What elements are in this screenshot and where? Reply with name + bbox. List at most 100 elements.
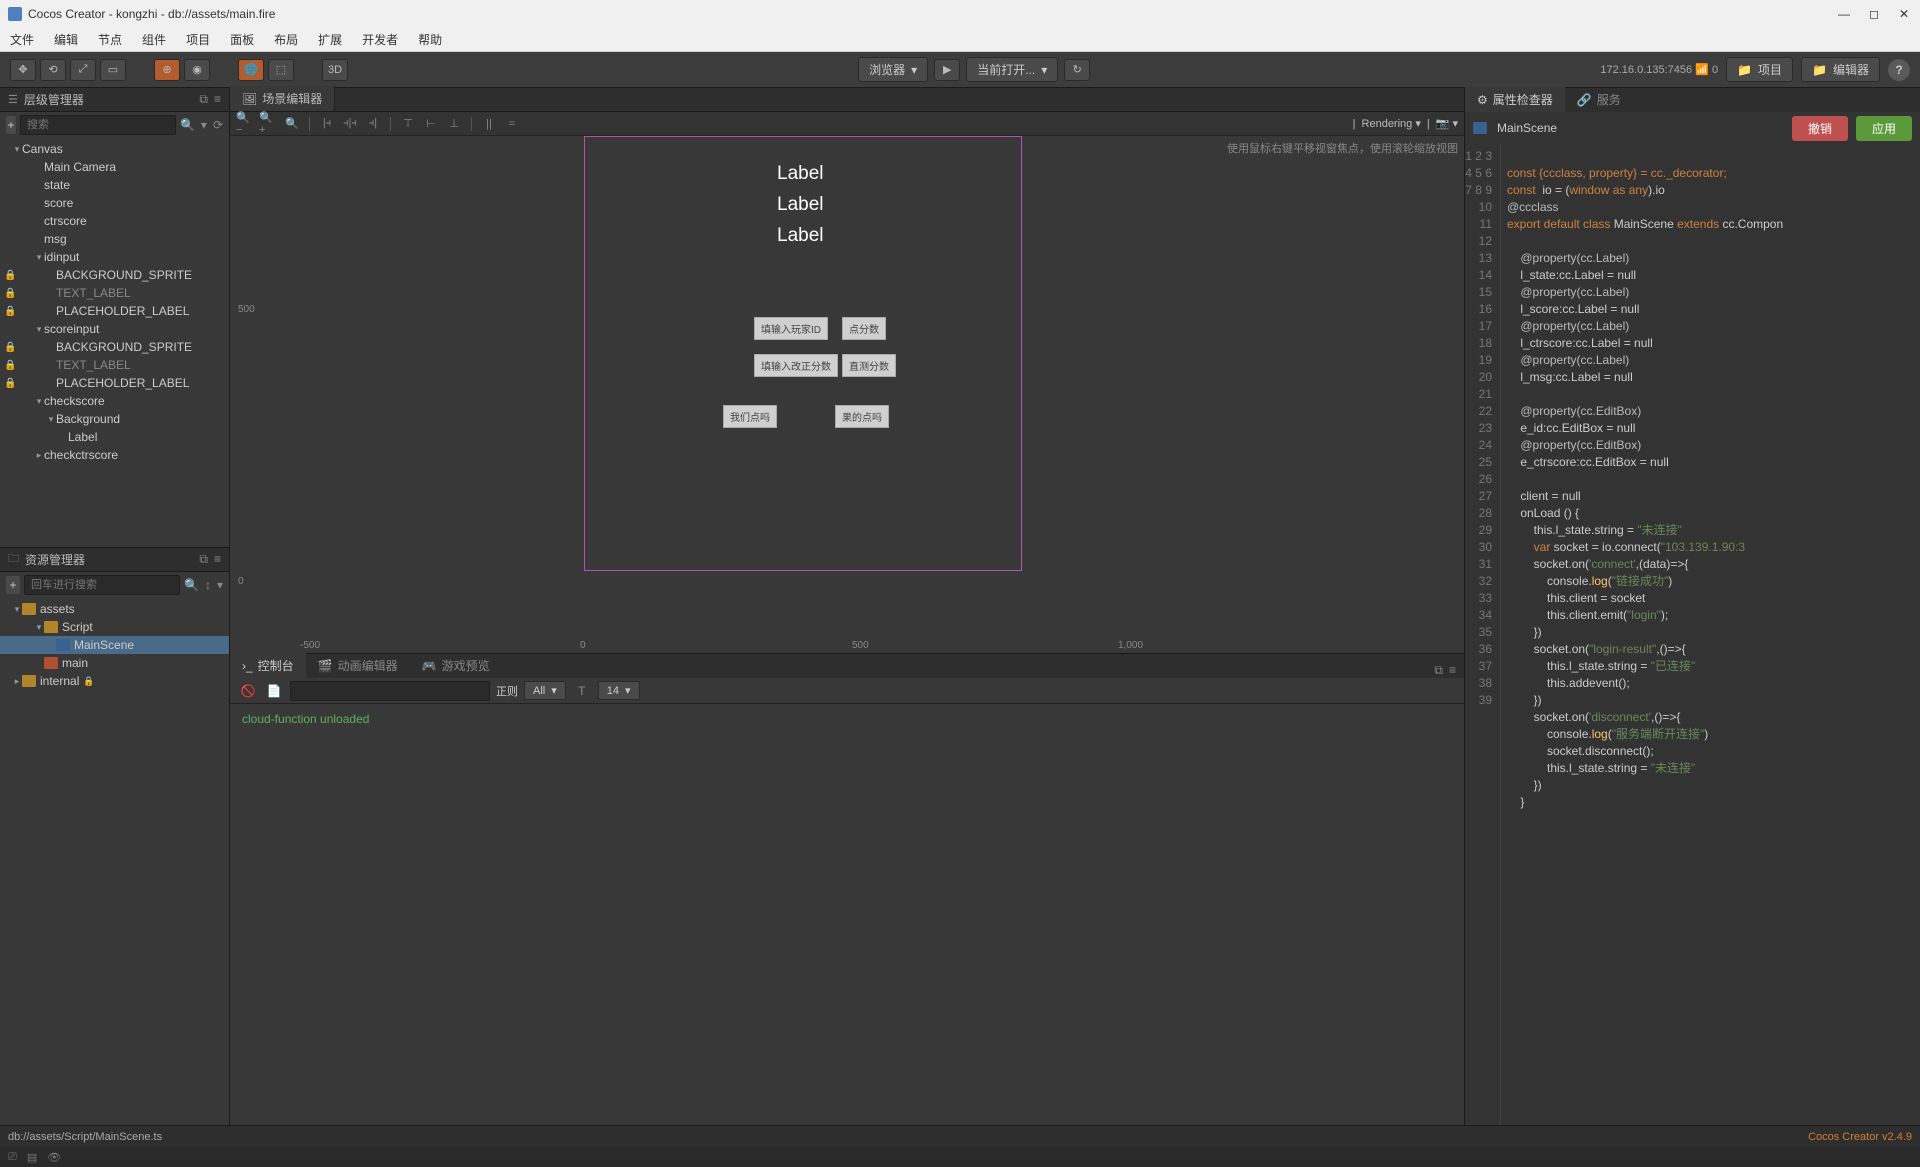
align-top-icon[interactable]: ⊤ (398, 115, 418, 133)
local-button[interactable]: ⬚ (268, 59, 294, 81)
rotate-tool-button[interactable]: ⟲ (40, 59, 66, 81)
filter-icon[interactable]: ▾ (217, 578, 223, 592)
code-body[interactable]: const {ccclass, property} = cc._decorato… (1501, 144, 1920, 1125)
collapse-icon[interactable]: ⟳ (213, 118, 223, 132)
scene-view[interactable]: 使用鼠标右键平移视窗焦点，使用滚轮缩放视图 Label Label Label … (230, 136, 1464, 653)
scene-label[interactable]: Label (777, 163, 824, 185)
menu-layout[interactable]: 布局 (270, 29, 302, 50)
scene-label[interactable]: Label (777, 194, 824, 216)
refresh-button[interactable]: ↻ (1064, 59, 1090, 81)
panel-menu-icon[interactable]: ≡ (1449, 663, 1456, 678)
panel-menu-icon[interactable]: ≡ (214, 92, 221, 107)
tree-item[interactable]: ▸internal🔒 (0, 672, 229, 690)
move-tool-button[interactable]: ✥ (10, 59, 36, 81)
minimize-button[interactable]: — (1836, 6, 1852, 22)
panel-pop-icon[interactable]: ⧉ (199, 92, 208, 107)
align-left-icon[interactable]: |⫞ (317, 115, 337, 133)
stack-icon[interactable]: ▤ (27, 1151, 37, 1164)
align-right-icon[interactable]: ⫞| (363, 115, 383, 133)
tree-item[interactable]: ▾assets (0, 600, 229, 618)
world-button[interactable]: 🌐 (238, 59, 264, 81)
zoom-in-icon[interactable]: 🔍+ (259, 115, 279, 133)
scene-widget[interactable]: 直测分数 (842, 354, 896, 377)
menu-node[interactable]: 节点 (94, 29, 126, 50)
animation-tab[interactable]: 🎬动画编辑器 (306, 653, 410, 678)
panel-pop-icon[interactable]: ⧉ (1434, 663, 1443, 678)
3d-button[interactable]: 3D (322, 59, 348, 81)
tree-item[interactable]: 🔒PLACEHOLDER_LABEL (0, 374, 229, 392)
play-button[interactable]: ▶ (934, 59, 960, 81)
align-bottom-icon[interactable]: ⊥ (444, 115, 464, 133)
apply-button[interactable]: 应用 (1856, 116, 1912, 141)
scene-widget[interactable]: 果的点吗 (835, 405, 889, 428)
font-size-select[interactable]: 14▾ (598, 681, 640, 700)
tree-item[interactable]: 🔒PLACEHOLDER_LABEL (0, 302, 229, 320)
tree-item[interactable]: Main Camera (0, 158, 229, 176)
scene-widget[interactable]: 我们点吗 (723, 405, 777, 428)
hierarchy-search-input[interactable] (20, 115, 176, 135)
clear-console-button[interactable]: 🚫 (238, 682, 258, 700)
menu-developer[interactable]: 开发者 (358, 29, 402, 50)
properties-tab[interactable]: ⚙属性检查器 (1465, 87, 1565, 112)
preview-tab[interactable]: 🎮游戏预览 (410, 653, 502, 678)
project-button[interactable]: 📁 项目 (1726, 57, 1793, 82)
align-vcenter-icon[interactable]: ⊢ (421, 115, 441, 133)
open-log-button[interactable]: 📄 (264, 682, 284, 700)
tree-item[interactable]: 🔒TEXT_LABEL (0, 284, 229, 302)
tree-item[interactable]: Label (0, 428, 229, 446)
sort-icon[interactable]: ↕ (205, 578, 211, 592)
tree-item[interactable]: ▾Background (0, 410, 229, 428)
distribute-h-icon[interactable]: || (479, 115, 499, 133)
camera-icon[interactable]: 📷 ▾ (1436, 117, 1458, 130)
current-open-select[interactable]: 当前打开...▾ (966, 57, 1058, 82)
anchor-center-button[interactable]: ⊕ (154, 59, 180, 81)
tree-item[interactable]: ▾Canvas (0, 140, 229, 158)
tree-item[interactable]: 🔒BACKGROUND_SPRITE (0, 338, 229, 356)
regex-toggle[interactable]: 正则 (496, 683, 518, 699)
rect-tool-button[interactable]: ▭ (100, 59, 126, 81)
menu-project[interactable]: 项目 (182, 29, 214, 50)
menu-edit[interactable]: 编辑 (50, 29, 82, 50)
search-icon[interactable]: 🔍 (180, 118, 195, 132)
tree-item[interactable]: main (0, 654, 229, 672)
log-level-select[interactable]: All▾ (524, 681, 566, 700)
add-node-button[interactable]: + (6, 116, 16, 134)
menu-help[interactable]: 帮助 (414, 29, 446, 50)
tree-item[interactable]: ▾checkscore (0, 392, 229, 410)
maximize-button[interactable]: ◻ (1866, 6, 1882, 22)
tree-item-selected[interactable]: MainScene (0, 636, 229, 654)
log-icon[interactable]: ⎚ (8, 1151, 17, 1164)
tree-item[interactable]: 🔒BACKGROUND_SPRITE (0, 266, 229, 284)
menu-extension[interactable]: 扩展 (314, 29, 346, 50)
tree-item[interactable]: state (0, 176, 229, 194)
tree-item[interactable]: 🔒TEXT_LABEL (0, 356, 229, 374)
console-filter-input[interactable] (290, 681, 490, 701)
search-icon[interactable]: 🔍 (184, 578, 199, 592)
help-button[interactable]: ? (1888, 59, 1910, 81)
align-hcenter-icon[interactable]: ⫞|⫞ (340, 115, 360, 133)
scene-tab[interactable]: 🖼场景编辑器 (230, 86, 335, 111)
zoom-fit-icon[interactable]: 🔍 (282, 115, 302, 133)
scene-widget[interactable]: 点分数 (842, 317, 886, 340)
add-asset-button[interactable]: + (6, 576, 20, 594)
anchor-local-button[interactable]: ◉ (184, 59, 210, 81)
tree-item[interactable]: ▾idinput (0, 248, 229, 266)
text-size-icon[interactable]: T (572, 682, 592, 700)
rendering-select[interactable]: Rendering ▾ (1362, 117, 1421, 130)
scale-tool-button[interactable]: ⤢ (70, 59, 96, 81)
assets-search-input[interactable] (24, 575, 180, 595)
tree-item[interactable]: ▾scoreinput (0, 320, 229, 338)
tree-item[interactable]: msg (0, 230, 229, 248)
undo-button[interactable]: 撤销 (1792, 116, 1848, 141)
scene-widget[interactable]: 填输入改正分数 (754, 354, 838, 377)
panel-menu-icon[interactable]: ≡ (214, 552, 221, 567)
services-tab[interactable]: 🔗服务 (1565, 87, 1633, 112)
preview-select[interactable]: 浏览器▾ (858, 57, 928, 82)
filter-icon[interactable]: ▾ (201, 118, 207, 132)
close-button[interactable]: ✕ (1896, 6, 1912, 22)
editor-button[interactable]: 📁 编辑器 (1801, 57, 1880, 82)
tree-item[interactable]: ▸checkctrscore (0, 446, 229, 464)
distribute-v-icon[interactable]: = (502, 115, 522, 133)
tree-item[interactable]: score (0, 194, 229, 212)
panel-pop-icon[interactable]: ⧉ (199, 552, 208, 567)
